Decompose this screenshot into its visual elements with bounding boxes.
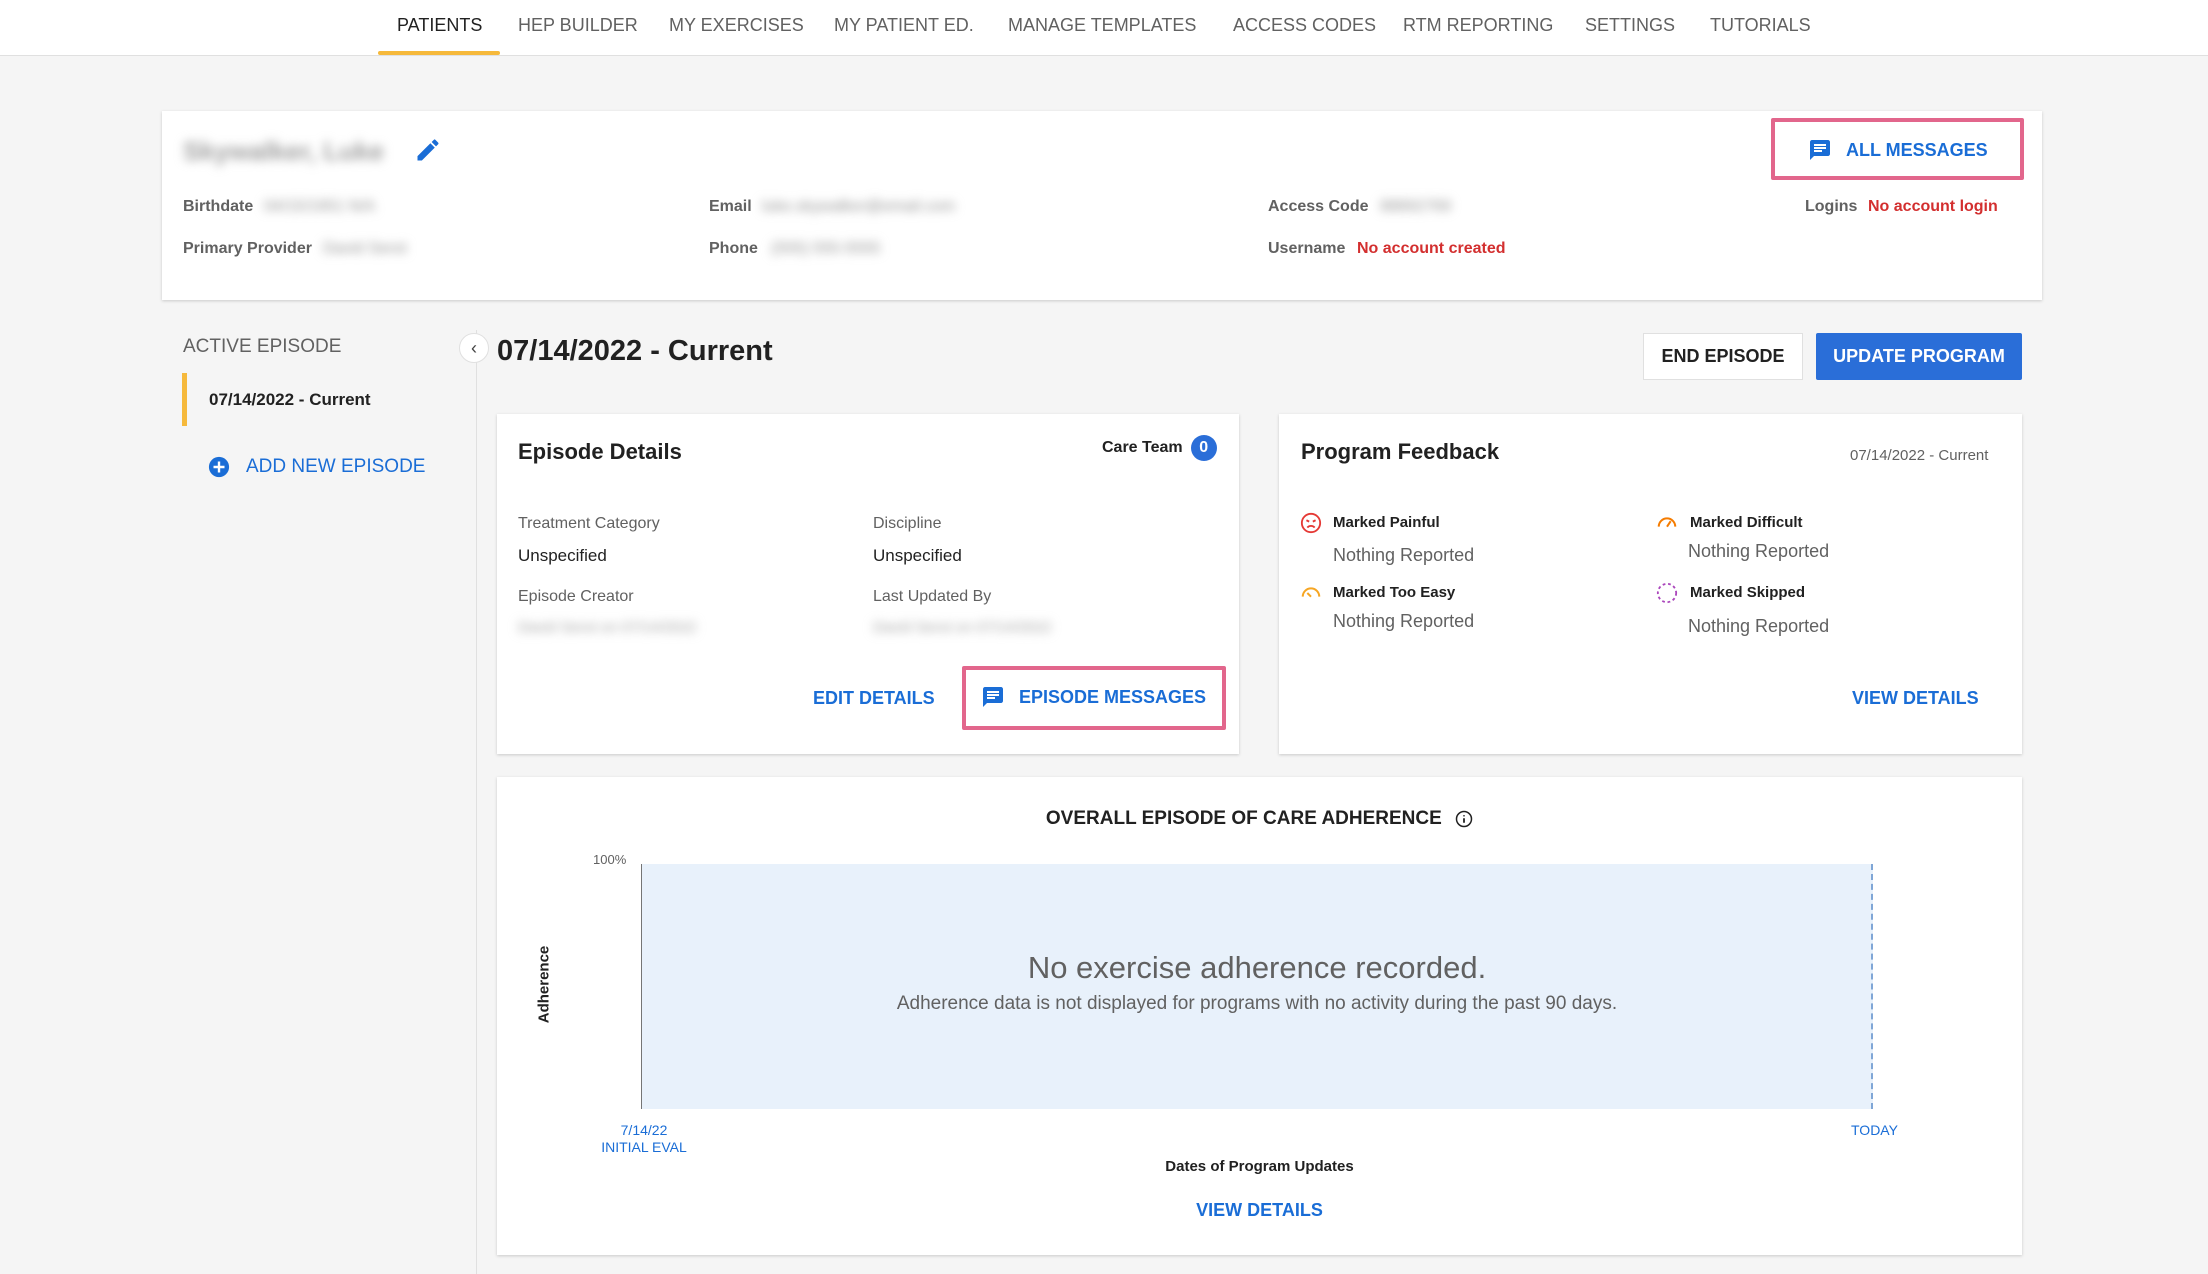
treatment-category-value: Unspecified: [518, 546, 607, 565]
too-easy-gauge-icon: [1300, 582, 1322, 604]
edit-details-button[interactable]: EDIT DETAILS: [813, 688, 935, 709]
program-feedback-date: 07/14/2022 - Current: [1850, 447, 1989, 464]
marked-skipped-label: Marked Skipped: [1690, 584, 1806, 601]
message-icon: [981, 685, 1005, 709]
marked-painful-label: Marked Painful: [1333, 514, 1440, 531]
top-navigation: PATIENTS HEP BUILDER MY EXERCISES MY PAT…: [0, 0, 2208, 56]
empty-state-subtitle: Adherence data is not displayed for prog…: [896, 993, 1618, 1014]
all-messages-label: ALL MESSAGES: [1846, 139, 1988, 160]
active-tab-indicator: [378, 51, 500, 55]
adherence-view-details-wrapper: VIEW DETAILS: [497, 1200, 2022, 1221]
primary-provider-label: Primary Provider: [183, 240, 312, 257]
sidebar-divider: [476, 330, 477, 1274]
tab-rtm-reporting[interactable]: RTM REPORTING: [1403, 0, 1553, 56]
email-label: Email: [709, 198, 752, 215]
episode-messages-button[interactable]: EPISODE MESSAGES: [981, 685, 1206, 709]
x-axis-start-date: 7/14/22: [620, 1122, 668, 1138]
x-axis-start-tick: 7/14/22 INITIAL EVAL: [600, 1122, 688, 1156]
adherence-view-details-button[interactable]: VIEW DETAILS: [1196, 1200, 1323, 1220]
y-axis-tick-100: 100%: [593, 852, 627, 867]
discipline-value: Unspecified: [873, 546, 962, 565]
end-episode-button[interactable]: END EPISODE: [1643, 333, 1803, 380]
tab-access-codes[interactable]: ACCESS CODES: [1233, 0, 1376, 56]
skipped-dashed-circle-icon: [1656, 582, 1678, 604]
adherence-title: OVERALL EPISODE OF CARE ADHERENCE: [0, 808, 2208, 830]
info-icon[interactable]: [1455, 810, 1473, 828]
add-new-episode-label: ADD NEW EPISODE: [246, 456, 426, 477]
patient-header-card: [162, 111, 2042, 300]
primary-provider-value: David Serot: [323, 240, 407, 257]
message-icon: [1808, 138, 1832, 162]
x-axis-label: Dates of Program Updates: [1165, 1158, 1354, 1175]
access-code-value: 88892769: [1380, 198, 1452, 215]
tab-my-exercises[interactable]: MY EXERCISES: [669, 0, 804, 56]
tab-hep-builder[interactable]: HEP BUILDER: [518, 0, 638, 56]
care-team[interactable]: Care Team 0: [1102, 435, 1217, 461]
tab-manage-templates[interactable]: MANAGE TEMPLATES: [1008, 0, 1196, 56]
update-program-button[interactable]: UPDATE PROGRAM: [1816, 333, 2022, 380]
marked-painful-value: Nothing Reported: [1333, 545, 1475, 565]
x-axis-start-label: INITIAL EVAL: [601, 1139, 687, 1155]
sidebar-episode-item[interactable]: 07/14/2022 - Current: [182, 373, 472, 426]
marked-difficult-label: Marked Difficult: [1690, 514, 1803, 531]
patient-name: Skywalker, Luke: [183, 136, 384, 166]
care-team-label: Care Team: [1102, 439, 1183, 456]
tab-my-patient-ed[interactable]: MY PATIENT ED.: [834, 0, 974, 56]
email-value: luke.skywalker@email.com: [762, 198, 956, 215]
plus-circle-icon: [208, 456, 230, 478]
y-axis-label: Adherence: [535, 945, 553, 1024]
birthdate-label: Birthdate: [183, 198, 254, 215]
tab-patients[interactable]: PATIENTS: [397, 0, 482, 56]
episode-title: 07/14/2022 - Current: [497, 335, 773, 367]
logins-value: No account login: [1868, 198, 1998, 215]
program-feedback-title: Program Feedback: [1301, 439, 1500, 464]
sidebar-episode-label: 07/14/2022 - Current: [209, 390, 371, 409]
marked-too-easy-label: Marked Too Easy: [1333, 584, 1456, 601]
all-messages-button[interactable]: ALL MESSAGES: [1808, 138, 1988, 162]
episode-details-title: Episode Details: [518, 439, 682, 464]
episode-messages-label: EPISODE MESSAGES: [1019, 686, 1207, 707]
last-updated-value: David Serot on 07/14/2022: [873, 619, 1052, 636]
marked-skipped-value: Nothing Reported: [1688, 616, 1830, 636]
chevron-left-icon: ‹: [471, 337, 477, 358]
active-episode-heading: ACTIVE EPISODE: [183, 336, 342, 357]
birthdate-value: 04/15/1951 N/A: [264, 198, 376, 215]
phone-value: (555) 555-5555: [771, 240, 881, 257]
collapse-sidebar-button[interactable]: ‹: [459, 333, 489, 363]
username-value: No account created: [1357, 240, 1506, 257]
marked-too-easy-value: Nothing Reported: [1333, 611, 1475, 631]
painful-face-icon: [1300, 512, 1322, 534]
discipline-label: Discipline: [873, 515, 942, 532]
add-new-episode-button[interactable]: ADD NEW EPISODE: [208, 456, 425, 478]
edit-patient-icon[interactable]: [414, 136, 442, 169]
username-label: Username: [1268, 240, 1346, 257]
access-code-label: Access Code: [1268, 198, 1369, 215]
feedback-view-details-button[interactable]: VIEW DETAILS: [1852, 688, 1979, 709]
treatment-category-label: Treatment Category: [518, 515, 660, 532]
adherence-chart-area: [641, 864, 1873, 1109]
logins-label: Logins: [1805, 198, 1858, 215]
care-team-count-badge: 0: [1190, 435, 1217, 461]
adherence-title-text: OVERALL EPISODE OF CARE ADHERENCE: [1045, 808, 1442, 829]
marked-difficult-value: Nothing Reported: [1688, 541, 1830, 561]
difficult-gauge-icon: [1656, 512, 1678, 534]
last-updated-label: Last Updated By: [873, 588, 992, 605]
empty-state-title: No exercise adherence recorded.: [1027, 950, 1487, 985]
episode-creator-label: Episode Creator: [518, 588, 634, 605]
tab-settings[interactable]: SETTINGS: [1585, 0, 1675, 56]
x-axis-end-tick: TODAY: [1851, 1122, 1898, 1138]
phone-label: Phone: [709, 240, 758, 257]
episode-creator-value: David Serot on 07/14/2022: [518, 619, 697, 636]
tab-tutorials[interactable]: TUTORIALS: [1710, 0, 1811, 56]
